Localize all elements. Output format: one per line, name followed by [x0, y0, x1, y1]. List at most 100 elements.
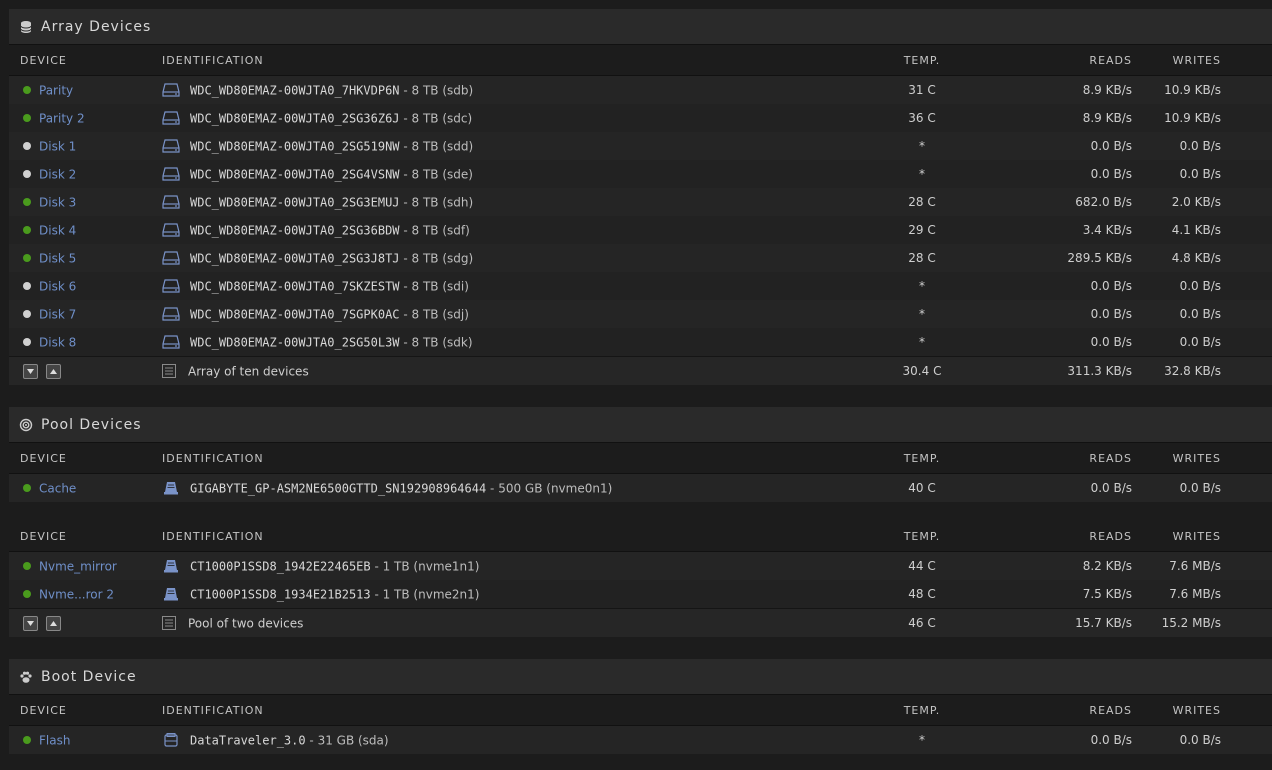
temperature: 48 C [908, 587, 936, 601]
device-link[interactable]: Disk 8 [39, 335, 76, 349]
device-link[interactable]: Disk 6 [39, 279, 76, 293]
device-cell: Parity 2 [9, 104, 162, 132]
temperature: * [919, 733, 925, 747]
device-link[interactable]: Disk 2 [39, 167, 76, 181]
device-link[interactable]: Disk 4 [39, 223, 76, 237]
temperature: 44 C [908, 559, 936, 573]
toggle-cell [9, 357, 162, 386]
identification-cell: WDC_WD80EMAZ-00WJTA0_2SG3J8TJ - 8 TB (sd… [162, 244, 862, 272]
hard-disk-icon [162, 139, 180, 153]
device-row: Parity WDC_WD80EMAZ-00WJTA0_7HKVDP6N - 8 … [9, 75, 1272, 105]
status-indicator [23, 282, 31, 291]
identification-cell: WDC_WD80EMAZ-00WJTA0_2SG519NW - 8 TB (sd… [162, 132, 862, 160]
device-row: Flash DataTraveler_3.0 - 31 GB (sda) * 0.0 … [9, 725, 1272, 755]
hard-disk-icon [162, 111, 180, 125]
hard-disk-icon [162, 223, 180, 237]
device-link[interactable]: Nvme_mirror [39, 559, 117, 573]
device-model[interactable]: CT1000P1SSD8_1942E22465EB [190, 559, 371, 573]
device-model[interactable]: DataTraveler_3.0 [190, 733, 306, 747]
summary-temperature: 46 C [908, 616, 936, 630]
status-indicator [23, 590, 31, 599]
writes-value: 7.6 MB/s [1169, 587, 1221, 601]
device-size: - 8 TB (sdk) [403, 335, 473, 350]
hard-disk-icon [162, 167, 180, 181]
device-size: - 8 TB (sdj) [403, 307, 469, 322]
status-indicator [23, 142, 31, 151]
device-row: Disk 4 WDC_WD80EMAZ-00WJTA0_2SG36BDW - 8 … [9, 216, 1272, 244]
temperature: * [919, 279, 925, 293]
reads-value: 3.4 KB/s [1082, 223, 1132, 237]
summary-cell: Pool of two devices [162, 609, 862, 638]
device-link[interactable]: Disk 5 [39, 251, 76, 265]
col-device: DEVICE [9, 443, 162, 474]
col-temp: TEMP. [862, 45, 982, 76]
device-model[interactable]: WDC_WD80EMAZ-00WJTA0_2SG519NW [190, 139, 400, 153]
device-link[interactable]: Cache [39, 481, 76, 495]
summary-label: Pool of two devices [188, 616, 304, 631]
writes-value: 4.1 KB/s [1171, 223, 1221, 237]
expand-button[interactable] [46, 615, 61, 631]
device-model[interactable]: WDC_WD80EMAZ-00WJTA0_2SG3EMUJ [190, 195, 400, 209]
device-model[interactable]: WDC_WD80EMAZ-00WJTA0_7HKVDP6N [190, 83, 400, 97]
device-model[interactable]: WDC_WD80EMAZ-00WJTA0_2SG50L3W [190, 335, 400, 349]
device-link[interactable]: Disk 1 [39, 139, 76, 153]
device-cell: Parity [9, 76, 162, 105]
device-link[interactable]: Nvme...ror 2 [39, 587, 114, 601]
col-temp: TEMP. [862, 695, 982, 726]
device-cell: Cache [9, 474, 162, 503]
writes-value: 0.0 B/s [1179, 279, 1221, 293]
status-indicator [23, 736, 31, 745]
status-indicator [23, 562, 31, 571]
expand-button[interactable] [46, 363, 61, 379]
device-size: - 1 TB (nvme2n1) [374, 587, 480, 602]
device-size: - 8 TB (sdf) [403, 223, 470, 238]
device-size: - 8 TB (sdi) [403, 279, 469, 294]
device-link[interactable]: Disk 3 [39, 195, 76, 209]
section-title: Boot Device [41, 668, 137, 685]
nvme-icon [162, 481, 180, 495]
device-link[interactable]: Parity [39, 83, 73, 97]
device-model[interactable]: WDC_WD80EMAZ-00WJTA0_2SG3J8TJ [190, 251, 400, 265]
collapse-button[interactable] [23, 615, 38, 631]
identification-cell: DataTraveler_3.0 - 31 GB (sda) [162, 726, 862, 755]
col-device: DEVICE [9, 695, 162, 726]
collapse-button[interactable] [23, 363, 38, 379]
device-model[interactable]: GIGABYTE_GP-ASM2NE6500GTTD_SN19290896464… [190, 481, 486, 495]
reads-value: 8.2 KB/s [1082, 559, 1132, 573]
col-identification: IDENTIFICATION [162, 45, 862, 76]
device-link[interactable]: Parity 2 [39, 111, 85, 125]
pool-mirror-table: DEVICE IDENTIFICATION TEMP. READS WRITES… [9, 521, 1272, 637]
status-indicator [23, 254, 31, 263]
device-link[interactable]: Disk 7 [39, 307, 76, 321]
temperature: * [919, 167, 925, 181]
writes-value: 0.0 B/s [1179, 167, 1221, 181]
col-device: DEVICE [9, 521, 162, 552]
col-device: DEVICE [9, 45, 162, 76]
writes-value: 0.0 B/s [1179, 139, 1221, 153]
col-writes: WRITES [1132, 45, 1272, 76]
device-model[interactable]: WDC_WD80EMAZ-00WJTA0_2SG36Z6J [190, 111, 400, 125]
device-link[interactable]: Flash [39, 733, 70, 747]
temperature: 31 C [908, 83, 936, 97]
device-size: - 8 TB (sdh) [403, 195, 474, 210]
device-model[interactable]: WDC_WD80EMAZ-00WJTA0_7SKZESTW [190, 279, 400, 293]
status-indicator [23, 86, 31, 95]
reads-value: 0.0 B/s [1090, 139, 1132, 153]
summary-writes: 32.8 KB/s [1164, 364, 1221, 378]
device-cell: Disk 8 [9, 328, 162, 357]
temperature: * [919, 139, 925, 153]
device-cell: Disk 5 [9, 244, 162, 272]
device-model[interactable]: WDC_WD80EMAZ-00WJTA0_2SG36BDW [190, 223, 400, 237]
col-temp: TEMP. [862, 443, 982, 474]
device-size: - 500 GB (nvme0n1) [490, 481, 613, 496]
col-identification: IDENTIFICATION [162, 521, 862, 552]
paw-icon [19, 670, 33, 684]
device-size: - 1 TB (nvme1n1) [374, 559, 480, 574]
reads-value: 0.0 B/s [1090, 335, 1132, 349]
col-writes: WRITES [1132, 443, 1272, 474]
device-model[interactable]: WDC_WD80EMAZ-00WJTA0_2SG4VSNW [190, 167, 400, 181]
writes-value: 0.0 B/s [1179, 335, 1221, 349]
device-model[interactable]: CT1000P1SSD8_1934E21B2513 [190, 587, 371, 601]
device-model[interactable]: WDC_WD80EMAZ-00WJTA0_7SGPK0AC [190, 307, 400, 321]
device-cell: Disk 7 [9, 300, 162, 328]
